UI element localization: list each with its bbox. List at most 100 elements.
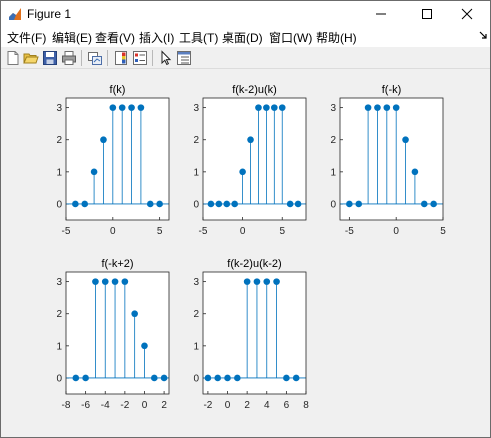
stem-marker xyxy=(72,200,79,208)
x-tick-label: -4 xyxy=(101,400,110,411)
x-tick-label: 6 xyxy=(284,400,290,411)
menu-tools[interactable]: 工具(T) xyxy=(179,29,218,46)
x-tick-label: 5 xyxy=(279,226,285,237)
menu-view[interactable]: 查看(V) xyxy=(95,29,135,46)
y-tick-label: 2 xyxy=(56,135,62,146)
x-tick-label: 0 xyxy=(240,226,246,237)
open-file-icon[interactable] xyxy=(23,50,39,66)
save-icon[interactable] xyxy=(42,50,58,66)
figure-window: Figure 1 文件(F) 编辑(E) 查看(V) 插入(I) 工具(T) 桌… xyxy=(0,0,491,438)
stem-marker xyxy=(402,136,409,144)
figure-canvas[interactable]: f(k) 0 1 2 3 -5 0 5 f(k-2)u(k) 0 1 2 3 -5 0 5 f(-k) 0 1 2 3 -… xyxy=(1,70,490,437)
menu-edit[interactable]: 编辑(E) xyxy=(52,29,92,46)
x-tick-label: -2 xyxy=(203,400,212,411)
edit-plot-arrow-icon[interactable] xyxy=(158,50,174,66)
axes-background xyxy=(340,98,443,220)
x-tick-label: -8 xyxy=(62,400,71,411)
y-tick-label: 3 xyxy=(56,103,62,114)
x-tick-label: -5 xyxy=(345,226,354,237)
y-tick-label: 1 xyxy=(193,167,199,178)
stem-marker xyxy=(231,200,238,208)
property-inspector-icon[interactable] xyxy=(176,50,192,66)
stem-marker xyxy=(118,104,126,111)
stem-marker xyxy=(72,374,80,382)
insert-colorbar-icon[interactable] xyxy=(113,50,129,66)
y-tick-label: 1 xyxy=(56,167,62,178)
stem-marker xyxy=(283,374,290,382)
menu-file[interactable]: 文件(F) xyxy=(7,29,46,46)
minimize-icon xyxy=(376,13,386,15)
stem-marker xyxy=(243,278,251,285)
x-tick-label: 0 xyxy=(142,400,148,411)
menu-desktop[interactable]: 桌面(D) xyxy=(222,29,263,46)
link-plot-icon[interactable] xyxy=(87,50,103,66)
stem-marker xyxy=(101,278,109,285)
x-tick-label: -6 xyxy=(81,400,90,411)
stem-marker xyxy=(146,200,154,208)
x-tick-label: 0 xyxy=(393,226,399,237)
print-icon[interactable] xyxy=(61,50,77,66)
y-tick-label: 2 xyxy=(193,309,199,320)
stem-marker xyxy=(346,200,353,208)
stem-marker xyxy=(109,104,117,111)
stem-marker xyxy=(223,200,231,208)
stem-marker xyxy=(215,200,223,208)
y-tick-label: 1 xyxy=(193,341,199,352)
x-tick-label: 5 xyxy=(157,226,163,237)
axes-title: f(-k+2) xyxy=(101,258,133,270)
y-tick-label: 3 xyxy=(193,103,199,114)
y-tick-label: 2 xyxy=(56,309,62,320)
axes-1: f(k) 0 1 2 3 -5 0 5 xyxy=(56,84,170,237)
stem-marker xyxy=(92,278,99,285)
stem-marker xyxy=(278,104,286,111)
x-tick-label: -2 xyxy=(120,400,129,411)
stem-marker xyxy=(263,104,270,111)
stem-marker xyxy=(160,374,168,382)
stem-marker xyxy=(355,200,363,208)
stem-marker xyxy=(263,278,271,285)
y-tick-label: 3 xyxy=(193,277,199,288)
matlab-figure-icon xyxy=(9,8,21,20)
x-tick-label: 0 xyxy=(225,400,231,411)
x-tick-label: 2 xyxy=(161,400,167,411)
axes-background xyxy=(66,98,169,220)
x-tick-label: 5 xyxy=(440,226,446,237)
figure-axes-container: f(k) 0 1 2 3 -5 0 5 f(k-2)u(k) 0 1 2 3 -5 0 5 f(-k) 0 1 2 3 -… xyxy=(56,84,446,411)
stem-marker xyxy=(411,168,419,176)
y-tick-label: 0 xyxy=(330,199,336,210)
menu-insert[interactable]: 插入(I) xyxy=(139,29,174,46)
insert-legend-icon[interactable] xyxy=(132,50,148,66)
axes-title: f(k-2)u(k) xyxy=(232,84,277,96)
menu-overflow-arrow-icon[interactable] xyxy=(479,31,488,43)
stem-marker xyxy=(247,136,254,144)
axes-2: f(k-2)u(k) 0 1 2 3 -5 0 5 xyxy=(193,84,307,237)
x-tick-label: 0 xyxy=(110,226,116,237)
stem-marker xyxy=(364,104,372,111)
toolbar-separator xyxy=(107,50,108,66)
stem-marker xyxy=(90,168,98,176)
menu-window[interactable]: 窗口(W) xyxy=(269,29,312,46)
y-tick-label: 3 xyxy=(56,277,62,288)
y-tick-label: 1 xyxy=(56,341,62,352)
close-icon xyxy=(461,8,473,20)
y-tick-label: 2 xyxy=(330,135,336,146)
new-figure-icon[interactable] xyxy=(5,50,21,66)
stem-marker xyxy=(111,278,119,285)
title-bar[interactable]: Figure 1 xyxy=(1,1,490,27)
stem-marker xyxy=(273,278,280,285)
y-tick-label: 2 xyxy=(193,135,199,146)
close-button[interactable] xyxy=(444,1,490,27)
y-tick-label: 0 xyxy=(193,373,199,384)
minimize-button[interactable] xyxy=(358,1,404,27)
menu-help[interactable]: 帮助(H) xyxy=(316,29,357,46)
stem-marker xyxy=(253,278,261,285)
stem-marker xyxy=(255,104,262,111)
y-tick-label: 1 xyxy=(330,167,336,178)
x-tick-label: 2 xyxy=(244,400,250,411)
stem-marker xyxy=(239,168,246,176)
axes-title: f(k-2)u(k-2) xyxy=(227,258,281,270)
stem-marker xyxy=(214,374,222,382)
stem-marker xyxy=(128,104,135,111)
y-tick-label: 0 xyxy=(56,373,62,384)
stem-marker xyxy=(156,200,163,208)
